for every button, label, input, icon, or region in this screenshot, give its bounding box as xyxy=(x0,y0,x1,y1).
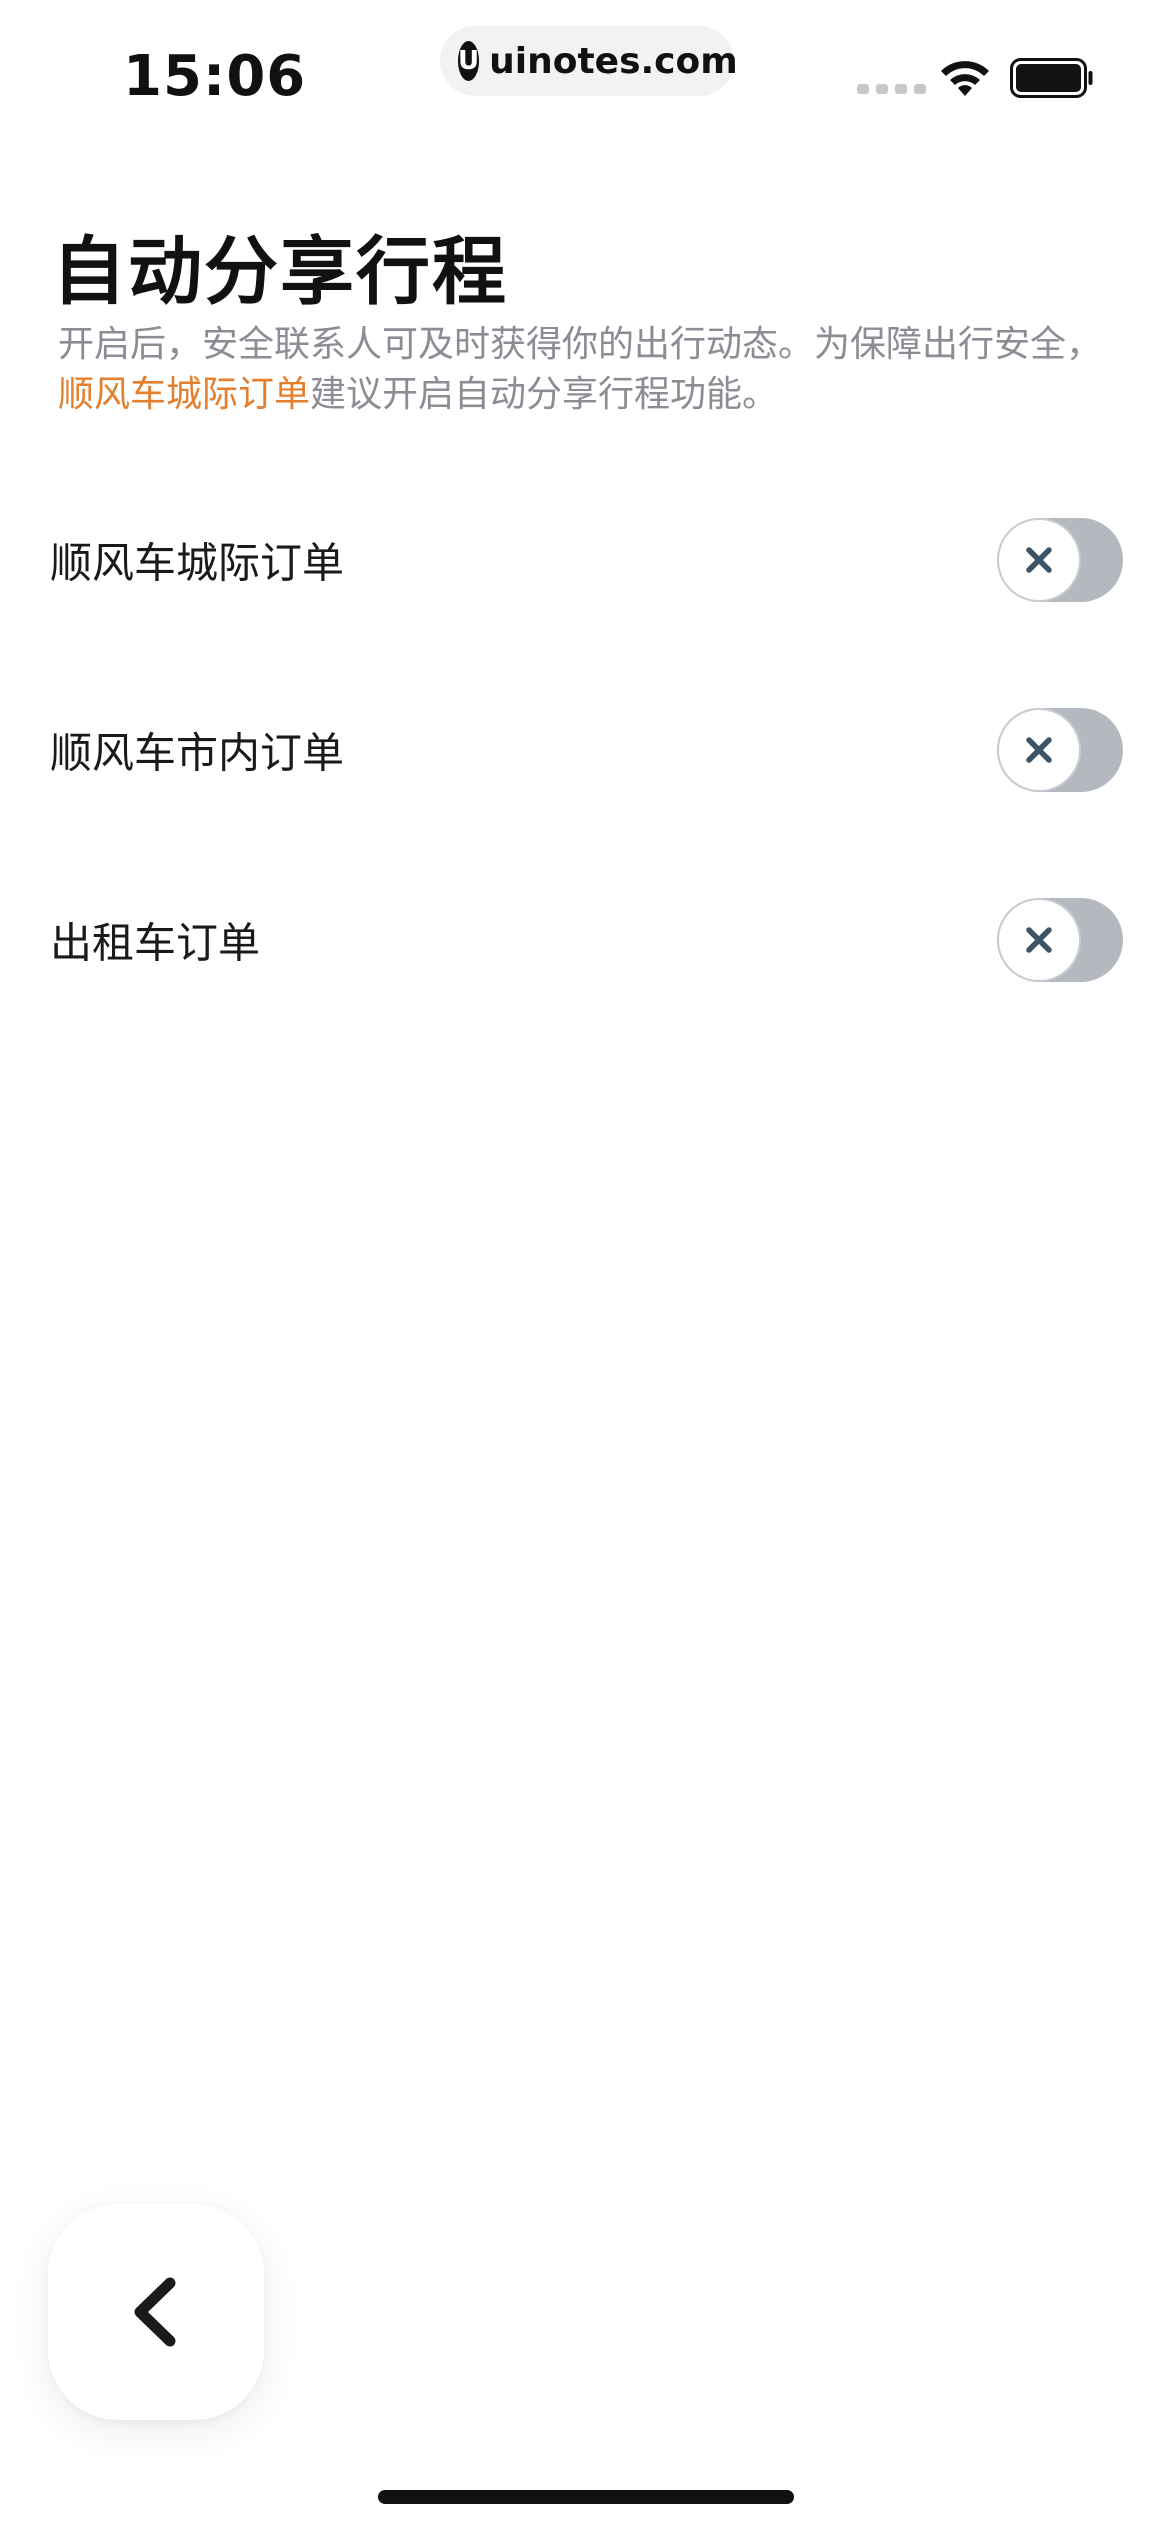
close-icon xyxy=(1026,547,1052,573)
setting-label: 出租车订单 xyxy=(50,918,261,968)
toggle-switch-city[interactable] xyxy=(997,708,1123,792)
site-logo-icon: U xyxy=(458,41,480,81)
battery-icon xyxy=(1010,58,1093,98)
setting-label: 顺风车城际订单 xyxy=(50,538,345,588)
home-indicator[interactable] xyxy=(378,2490,794,2504)
subtitle-text-1: 开启后，安全联系人可及时获得你的出行动态。为保障出行安全， xyxy=(58,324,1103,365)
toggle-knob xyxy=(997,708,1081,792)
url-text: uinotes.com xyxy=(489,40,738,82)
setting-row-taxi: 出租车订单 xyxy=(0,880,1170,1000)
signal-dots-icon xyxy=(857,84,926,94)
setting-label: 顺风车市内订单 xyxy=(50,728,345,778)
subtitle-text-2: 建议开启自动分享行程功能。 xyxy=(310,374,779,415)
back-button[interactable] xyxy=(48,2204,264,2420)
toggle-switch-intercity[interactable] xyxy=(997,518,1123,602)
toggle-knob xyxy=(997,898,1081,982)
toggle-switch-taxi[interactable] xyxy=(997,898,1123,982)
close-icon xyxy=(1026,737,1052,763)
status-bar: 15:06 U uinotes.com xyxy=(0,0,1170,150)
toggle-knob xyxy=(997,518,1081,602)
page-subtitle: 开启后，安全联系人可及时获得你的出行动态。为保障出行安全， 顺风车城际订单建议开启… xyxy=(58,320,1118,420)
subtitle-highlight: 顺风车城际订单 xyxy=(58,374,311,415)
page-title: 自动分享行程 xyxy=(52,229,508,315)
status-time: 15:06 xyxy=(123,44,307,109)
chevron-left-icon xyxy=(134,2277,176,2347)
url-pill[interactable]: U uinotes.com xyxy=(440,26,738,96)
wifi-icon xyxy=(941,61,989,96)
setting-row-city: 顺风车市内订单 xyxy=(0,690,1170,810)
close-icon xyxy=(1026,927,1052,953)
setting-row-intercity: 顺风车城际订单 xyxy=(0,500,1170,620)
